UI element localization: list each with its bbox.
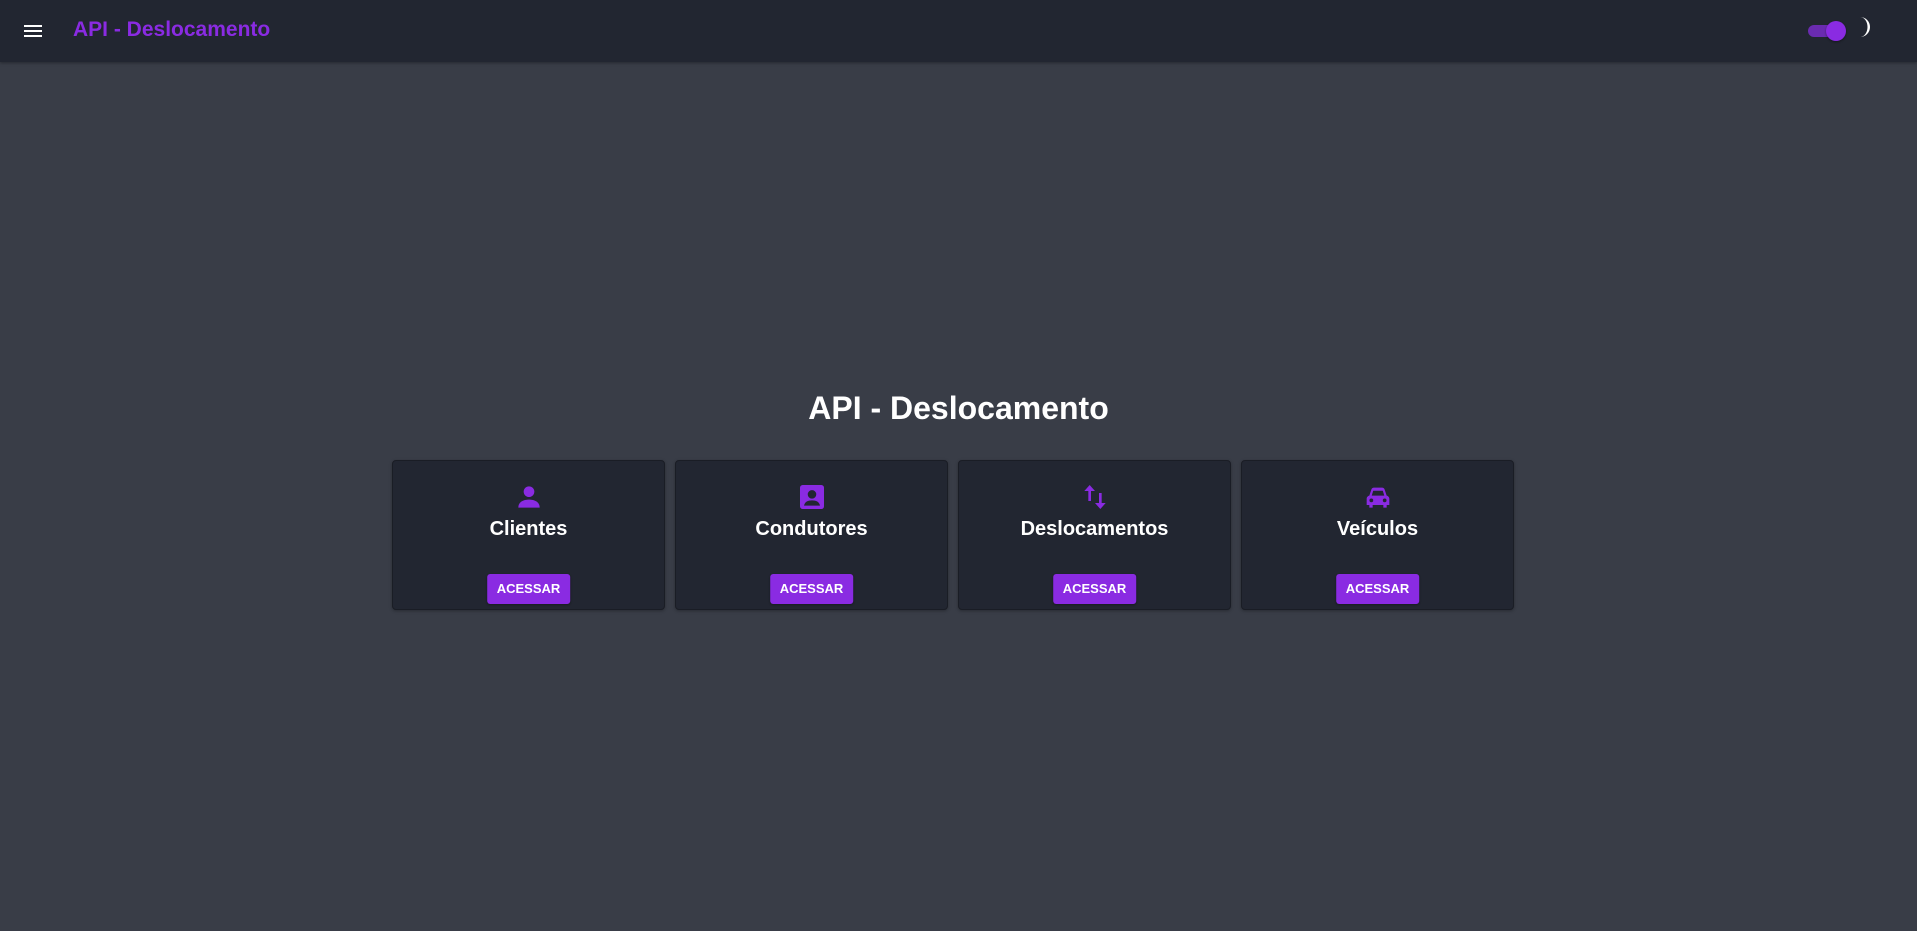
theme-toggle-switch[interactable] [1806, 19, 1846, 41]
app-bar: API - Deslocamento [0, 0, 1917, 62]
swap-vertical-icon [1083, 485, 1106, 509]
menu-button[interactable] [18, 16, 48, 46]
page-title: API - Deslocamento [808, 390, 1109, 426]
hamburger-menu-icon [24, 25, 42, 37]
card-label: Veículos [1336, 518, 1419, 540]
clientes-access-button[interactable]: ACESSAR [486, 574, 571, 604]
card-grid: Clientes ACESSAR Condutores ACESSAR Desl… [392, 460, 1514, 610]
card-clientes: Clientes ACESSAR [392, 460, 665, 610]
person-icon [517, 486, 540, 508]
condutores-access-button[interactable]: ACESSAR [769, 574, 854, 604]
card-deslocamentos: Deslocamentos ACESSAR [958, 460, 1231, 610]
moon-icon [1860, 17, 1870, 37]
toggle-thumb [1826, 21, 1846, 41]
veiculos-access-button[interactable]: ACESSAR [1335, 574, 1420, 604]
card-label: Deslocamentos [1020, 518, 1169, 540]
card-veiculos: Veículos ACESSAR [1241, 460, 1514, 610]
card-label: Clientes [489, 518, 568, 540]
app-title[interactable]: API - Deslocamento [73, 17, 270, 43]
deslocamentos-access-button[interactable]: ACESSAR [1052, 574, 1137, 604]
car-icon [1366, 487, 1389, 508]
card-label: Condutores [755, 518, 868, 540]
card-condutores: Condutores ACESSAR [675, 460, 948, 610]
contact-badge-icon [799, 485, 824, 509]
